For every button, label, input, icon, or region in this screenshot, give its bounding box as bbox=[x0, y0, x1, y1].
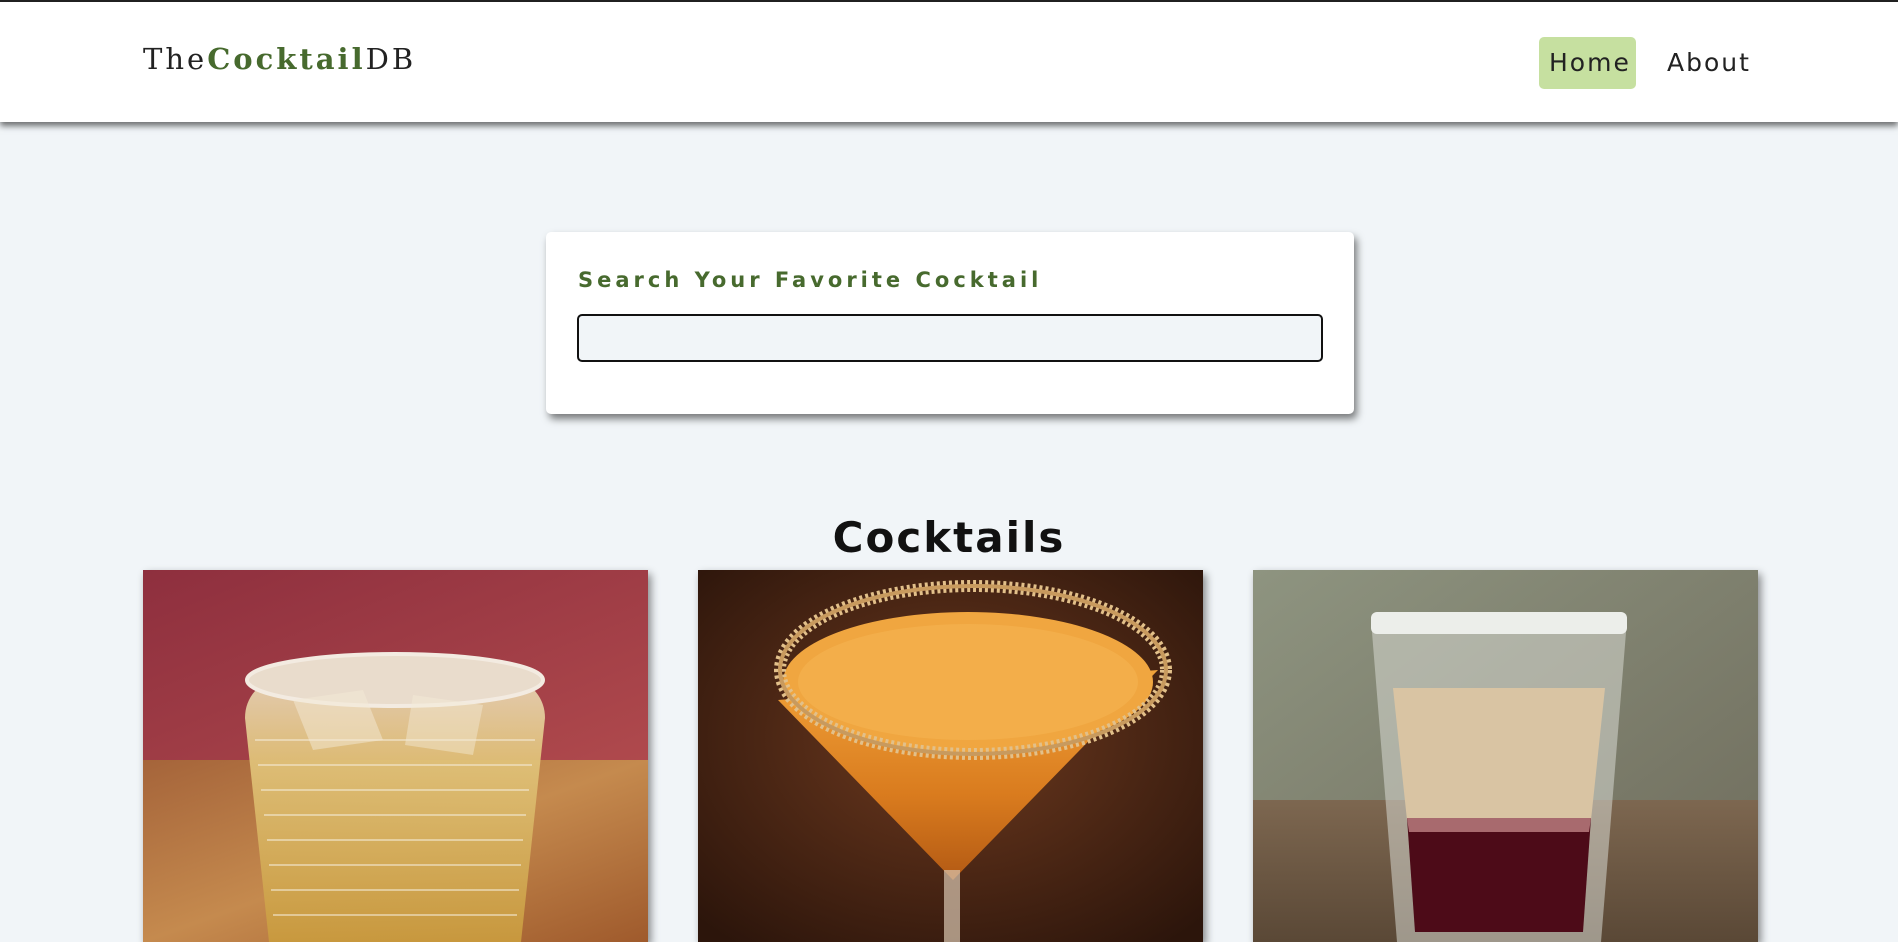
cocktail-card[interactable] bbox=[143, 570, 648, 942]
navbar: TheCocktailDB Home About bbox=[0, 2, 1898, 122]
logo-accent: Cocktail bbox=[207, 42, 366, 76]
cocktail-image bbox=[143, 570, 648, 942]
search-label: Search Your Favorite Cocktail bbox=[578, 268, 1043, 292]
search-input[interactable] bbox=[577, 314, 1323, 362]
cocktail-image bbox=[1253, 570, 1758, 942]
site-logo[interactable]: TheCocktailDB bbox=[143, 42, 416, 76]
section-title: Cocktails bbox=[832, 512, 1066, 562]
nav-link-home[interactable]: Home bbox=[1539, 37, 1636, 89]
cocktail-card[interactable] bbox=[1253, 570, 1758, 942]
logo-suffix: DB bbox=[365, 42, 417, 76]
nav-link-about[interactable]: About bbox=[1657, 37, 1777, 89]
cocktail-card[interactable] bbox=[698, 570, 1203, 942]
search-card: Search Your Favorite Cocktail bbox=[546, 232, 1354, 414]
logo-prefix: The bbox=[143, 42, 208, 76]
cocktail-image bbox=[698, 570, 1203, 942]
